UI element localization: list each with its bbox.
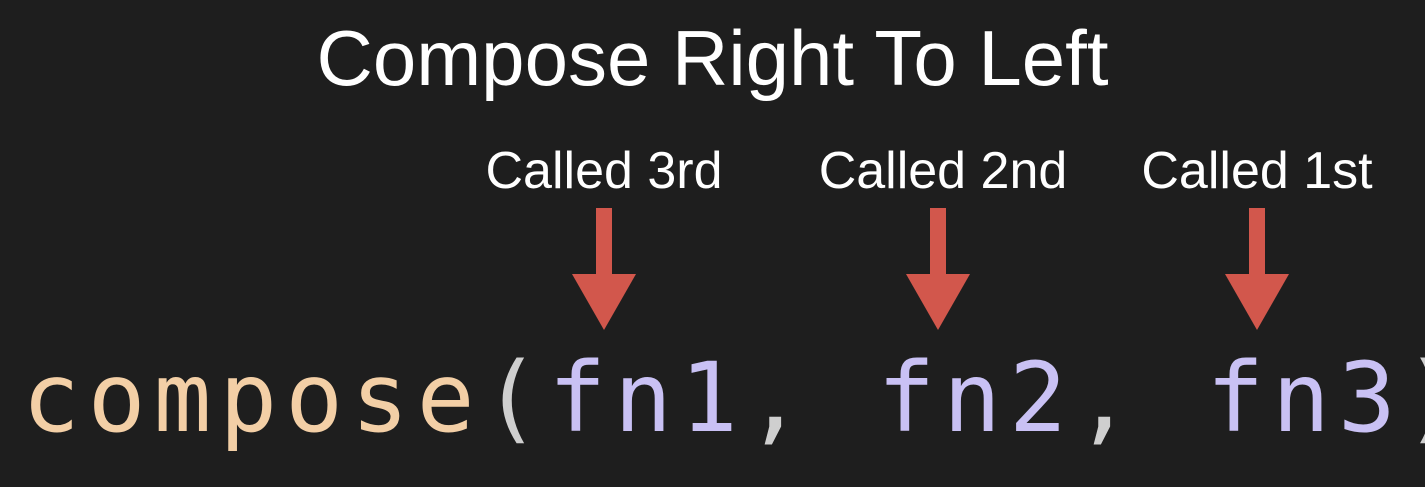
comma: , [745,342,878,454]
argument-fn2: fn2 [877,342,1075,454]
label-called-second: Called 2nd [818,142,1068,200]
argument-fn3: fn3 [1206,342,1404,454]
comma: , [1074,342,1207,454]
argument-fn1: fn1 [548,342,746,454]
slide: Compose Right To Left Called 3rd Called … [0,0,1425,487]
open-paren: ( [482,342,549,454]
close-paren: ) [1404,342,1425,454]
code-line: compose(fn1, fn2, fn3) [22,338,1425,458]
label-called-third: Called 3rd [485,142,723,200]
slide-title: Compose Right To Left [316,14,1109,102]
down-arrow-icon [572,208,636,330]
label-called-first: Called 1st [1141,142,1373,200]
down-arrow-icon [1225,208,1289,330]
down-arrow-icon [906,208,970,330]
function-name: compose [22,342,483,454]
